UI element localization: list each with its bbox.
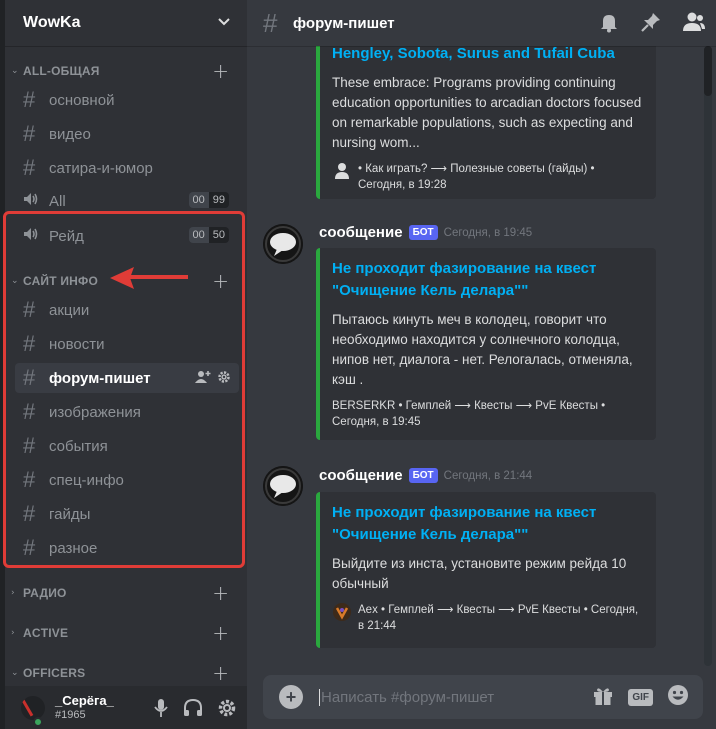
author-name[interactable]: сообщение	[319, 224, 403, 241]
microphone-icon[interactable]	[153, 698, 169, 722]
category-label: РАДИО	[23, 586, 67, 600]
user-tools	[153, 698, 237, 722]
chat-scrollbar[interactable]	[704, 46, 712, 666]
bot-avatar[interactable]	[263, 466, 303, 506]
add-channel-icon[interactable]: +	[212, 662, 229, 684]
embed-footer-text: Aex • Гемплей ⟶ Квесты ⟶ PvE Квесты • Се…	[358, 604, 639, 632]
channel-header: # форум-пишет	[247, 0, 716, 46]
add-channel-icon[interactable]: +	[212, 622, 229, 644]
voice-count-limit: 99	[208, 192, 229, 208]
message-embed: Не проходит фазирование на квест "Очищен…	[316, 492, 656, 648]
channel-sidebar: WowKa ⌄ ALL-ОБЩАЯ + # основной # видео #…	[0, 0, 247, 729]
bell-icon[interactable]	[598, 11, 620, 37]
category-collapse-icon: ⌄	[11, 668, 19, 678]
hash-icon: #	[23, 121, 36, 146]
embed-footer-text: BERSERKR • Гемплей ⟶ Квесты ⟶ PvE Квесты…	[332, 400, 606, 428]
username: _Серёга_	[55, 692, 114, 708]
add-channel-icon[interactable]: +	[212, 582, 229, 604]
headphones-icon[interactable]	[183, 698, 203, 722]
message-author-line: сообщение БОТ Сегодня, в 19:45	[319, 224, 532, 241]
channel-title: форум-пишет	[293, 14, 395, 32]
embed-title[interactable]: Не проходит фазирование на квест "Очищен…	[332, 258, 642, 302]
speaker-icon	[23, 192, 49, 210]
online-status-icon	[33, 717, 43, 727]
user-names: _Серёга_ #1965	[55, 692, 114, 722]
voice-count-current: 00	[188, 192, 209, 208]
message-timestamp: Сегодня, в 19:45	[443, 226, 533, 239]
channel-name: сатира-и-юмор	[49, 159, 153, 177]
pin-icon[interactable]	[640, 11, 662, 37]
category-label: ALL-ОБЩАЯ	[23, 64, 100, 78]
channel-name: основной	[49, 91, 115, 109]
bot-badge: БОТ	[408, 468, 438, 483]
category-officers[interactable]: ⌄ OFFICERS +	[5, 660, 247, 686]
gift-icon[interactable]	[592, 684, 614, 710]
channel-name: видео	[49, 125, 91, 143]
avatar[interactable]	[21, 695, 45, 720]
category-radio[interactable]: › РАДИО +	[5, 580, 247, 606]
emoji-icon[interactable]	[667, 684, 689, 710]
embed-description: Пытаюсь кинуть меч в колодец, говорит чт…	[332, 312, 633, 387]
message-composer: + GIF	[263, 675, 703, 719]
embed-description: Выйдите из инста, установите режим рейда…	[332, 556, 627, 591]
category-expand-icon: ›	[11, 588, 15, 598]
chat-area: # форум-пишет Hengley, Sobota, Surus and…	[247, 0, 716, 729]
embed-title[interactable]: Hengley, Sobota, Surus and Tufail Cuba	[332, 43, 642, 65]
user-silhouette-icon	[332, 161, 352, 181]
message-timestamp: Сегодня, в 21:44	[443, 469, 533, 482]
user-tag: #1965	[55, 708, 86, 721]
embed-footer-text: • Как играть? ⟶ Полезные советы (гайды) …	[358, 163, 595, 191]
author-name[interactable]: сообщение	[319, 467, 403, 484]
server-header[interactable]: WowKa	[5, 0, 247, 46]
channel-item-video[interactable]: # видео	[15, 119, 239, 149]
embed-footer: BERSERKR • Гемплей ⟶ Квесты ⟶ PvE Квесты…	[332, 398, 642, 430]
server-name: WowKa	[23, 14, 81, 31]
message-embed: Не проходит фазирование на квест "Очищен…	[316, 248, 656, 440]
category-collapse-icon: ⌄	[11, 66, 19, 76]
hash-icon: #	[263, 8, 278, 38]
channel-name: All	[49, 192, 66, 210]
composer-tools: GIF	[592, 684, 689, 710]
add-channel-icon[interactable]: +	[212, 60, 229, 82]
user-avatar-icon	[332, 602, 352, 622]
channel-item-satira[interactable]: # сатира-и-юмор	[15, 153, 239, 183]
embed-footer: • Как играть? ⟶ Полезные советы (гайды) …	[332, 161, 642, 193]
embed-description: These embrace: Programs providing contin…	[332, 75, 642, 150]
category-active[interactable]: › ACTIVE +	[5, 620, 247, 646]
category-label: ACTIVE	[23, 626, 69, 640]
category-all[interactable]: ⌄ ALL-ОБЩАЯ +	[5, 58, 247, 84]
gif-button[interactable]: GIF	[628, 688, 653, 706]
voice-user-count: 00 99	[188, 192, 229, 208]
chevron-down-icon[interactable]	[217, 15, 231, 31]
settings-gear-icon[interactable]	[217, 698, 237, 722]
category-expand-icon: ›	[11, 628, 15, 638]
embed-footer: Aex • Гемплей ⟶ Квесты ⟶ PvE Квесты • Се…	[332, 602, 642, 634]
hash-icon: #	[23, 155, 36, 180]
embed-title[interactable]: Не проходит фазирование на квест "Очищен…	[332, 502, 642, 546]
message-embed: Hengley, Sobota, Surus and Tufail Cuba T…	[316, 33, 656, 199]
members-icon[interactable]	[682, 11, 706, 37]
header-tools	[598, 11, 706, 37]
bot-badge: БОТ	[408, 225, 438, 240]
category-label: OFFICERS	[23, 666, 86, 680]
attach-plus-button[interactable]: +	[279, 685, 303, 709]
scrollbar-thumb[interactable]	[704, 46, 712, 96]
hash-icon: #	[23, 87, 36, 112]
bot-avatar[interactable]	[263, 224, 303, 264]
message-author-line: сообщение БОТ Сегодня, в 21:44	[319, 467, 532, 484]
annotation-arrow-icon	[110, 267, 188, 289]
channel-item-osnovnoy[interactable]: # основной	[15, 85, 239, 115]
message-input[interactable]	[319, 688, 593, 706]
